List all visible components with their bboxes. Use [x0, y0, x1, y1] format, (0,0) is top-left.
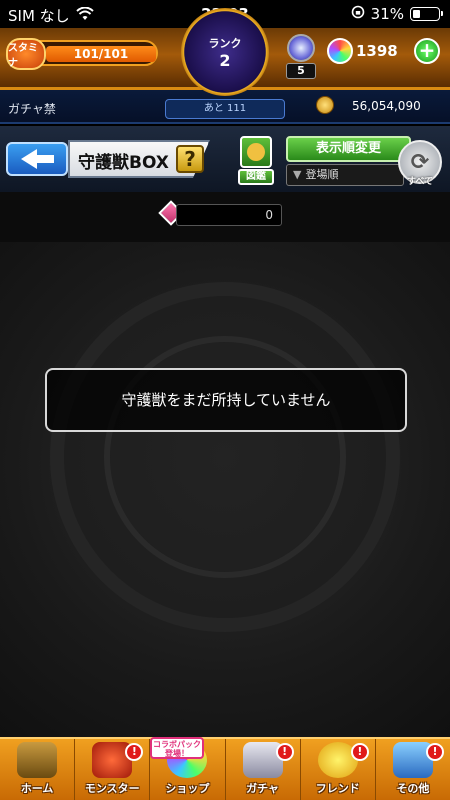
zukan-button[interactable]: 図鑑 — [238, 136, 274, 186]
nav-label: ショップ — [165, 782, 210, 795]
notification-badge: ! — [125, 743, 144, 761]
nav-friend[interactable]: フレンド ! — [301, 739, 376, 800]
battery-percent: 31% — [370, 5, 404, 23]
nav-label: その他 — [396, 782, 430, 795]
orb-icon[interactable] — [287, 34, 315, 62]
nav-gacha[interactable]: ガチャ ! — [226, 739, 301, 800]
nav-label: ホーム — [20, 782, 54, 795]
guardian-count: 0 — [176, 204, 282, 226]
bottom-nav: ホーム モンスター ! ショップ ガチャ ! フレンド ! その他 ! — [0, 737, 450, 800]
guardian-list-area: 守護獣をまだ所持していません — [0, 242, 450, 737]
help-button[interactable]: ? — [176, 145, 204, 173]
background-emblem — [50, 282, 400, 632]
nav-label: フレンド — [315, 782, 360, 795]
filter-label: すべて — [406, 177, 433, 187]
filter-funnel-icon: ▼ — [293, 168, 302, 181]
stamina-value: 101/101 — [73, 47, 129, 61]
nav-label: ガチャ — [246, 782, 280, 795]
sort-order-value: 登場順 — [305, 168, 339, 181]
rank-next-exp: あと 111 — [165, 99, 285, 119]
home-icon — [17, 742, 58, 778]
gacha-ban-text: ガチャ禁 — [8, 102, 56, 116]
nav-label: モンスター — [84, 782, 140, 795]
rank-badge[interactable]: ランク 2 — [181, 8, 269, 96]
notification-badge: ! — [350, 743, 369, 761]
nav-monster[interactable]: モンスター ! — [75, 739, 151, 800]
empty-message: 守護獣をまだ所持していません — [45, 368, 407, 432]
battery-icon — [410, 7, 443, 21]
orb-count: 5 — [286, 63, 316, 79]
sort-order-display[interactable]: ▼ 登場順 — [286, 164, 404, 186]
nav-home[interactable]: ホーム — [0, 739, 76, 800]
nav-other[interactable]: その他 ! — [376, 739, 450, 800]
back-button[interactable] — [6, 142, 68, 176]
page-title: 守護獣BOX — [78, 153, 169, 173]
count-bar: 0 — [0, 192, 450, 242]
sort-order-button[interactable]: 表示順変更 — [286, 136, 411, 162]
rank-label: ランク — [208, 36, 242, 50]
gem-icon — [327, 38, 353, 64]
rank-value: 2 — [219, 50, 231, 70]
zukan-icon — [240, 136, 272, 168]
notification-badge: ! — [426, 743, 445, 761]
stamina-gauge[interactable]: スタミナ 101/101 — [6, 38, 158, 70]
status-right: 31% — [351, 5, 443, 23]
refresh-icon: ⟳ — [410, 149, 430, 175]
zukan-label: 図鑑 — [238, 169, 274, 185]
gold-count: 56,054,090 — [352, 99, 421, 113]
stamina-icon: スタミナ — [6, 38, 46, 70]
gem-count: 1398 — [356, 42, 398, 60]
add-gems-button[interactable]: + — [414, 38, 440, 64]
notification-badge: ! — [275, 743, 294, 761]
back-arrow-icon — [20, 149, 37, 169]
collab-pack-tag: コラボパック 登場！ — [150, 737, 204, 759]
rotation-lock-icon — [351, 5, 365, 23]
coin-icon — [316, 96, 334, 114]
